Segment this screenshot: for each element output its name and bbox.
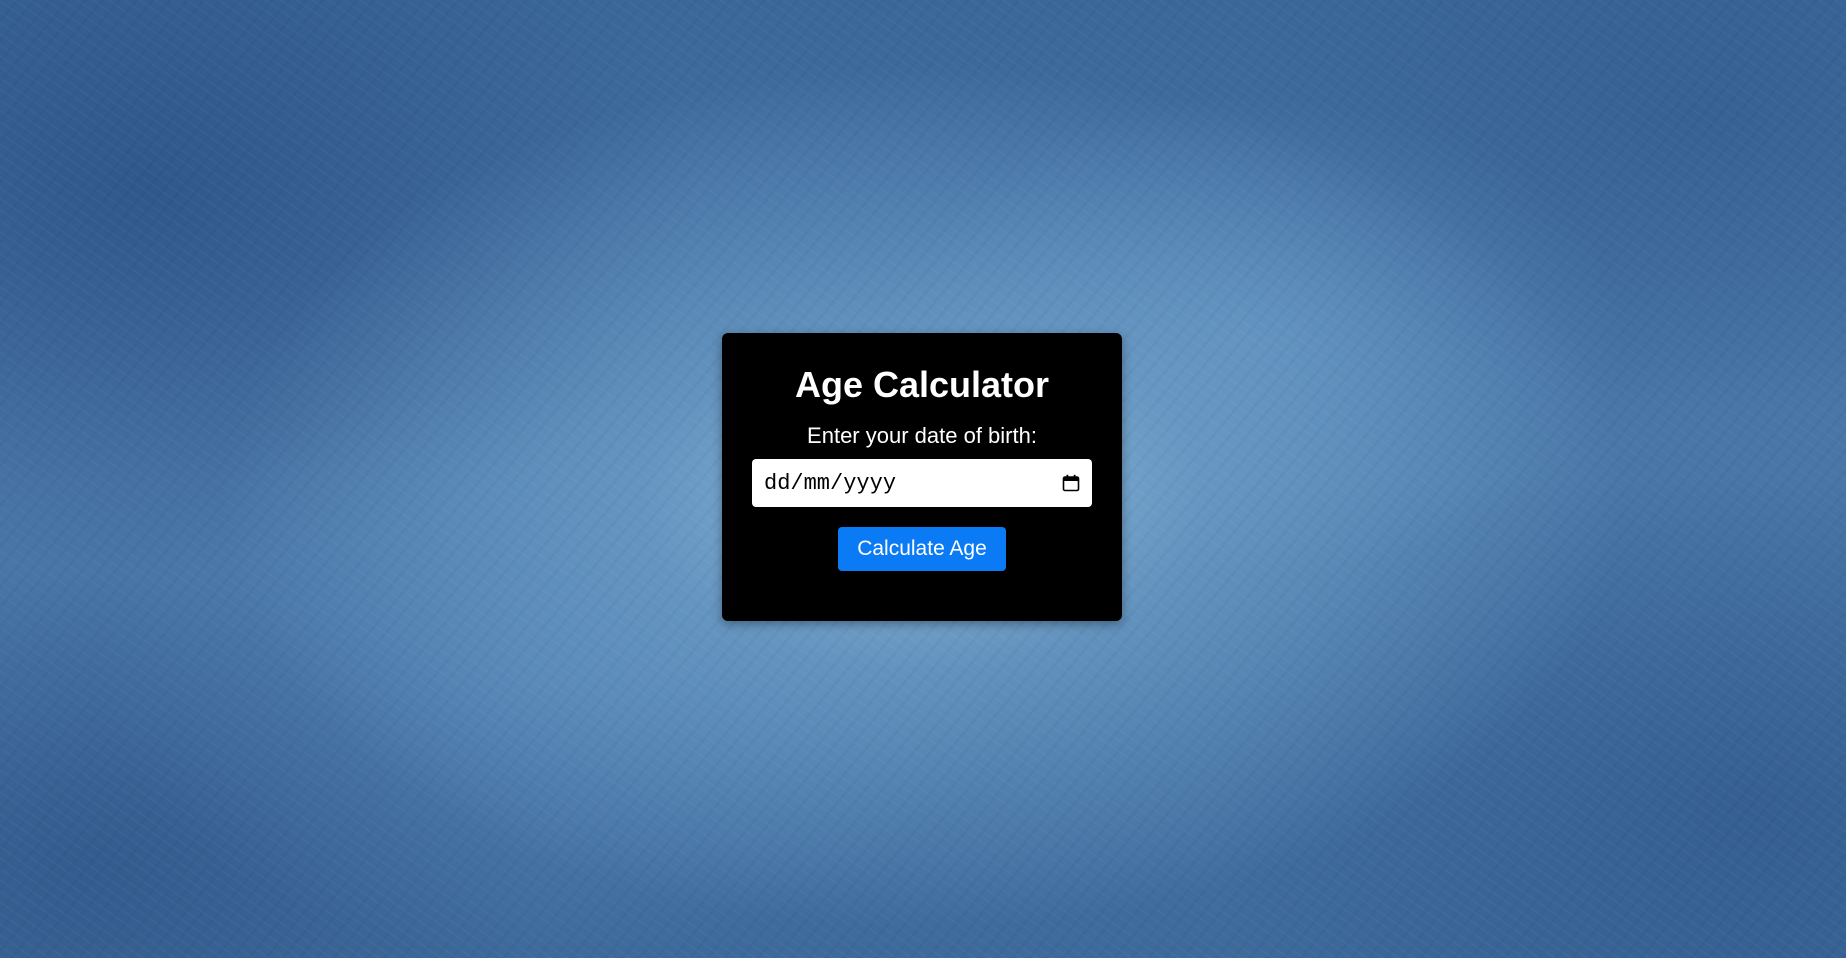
dob-label: Enter your date of birth: bbox=[807, 423, 1037, 448]
calendar-icon[interactable] bbox=[1062, 474, 1080, 492]
dob-date-input[interactable]: dd/mm/yyyy bbox=[752, 459, 1092, 507]
age-calculator-card: Age Calculator Enter your date of birth:… bbox=[722, 333, 1122, 621]
calculate-age-button[interactable]: Calculate Age bbox=[838, 527, 1006, 571]
page-title: Age Calculator bbox=[794, 364, 1050, 405]
dob-placeholder: dd/mm/yyyy bbox=[764, 470, 897, 496]
